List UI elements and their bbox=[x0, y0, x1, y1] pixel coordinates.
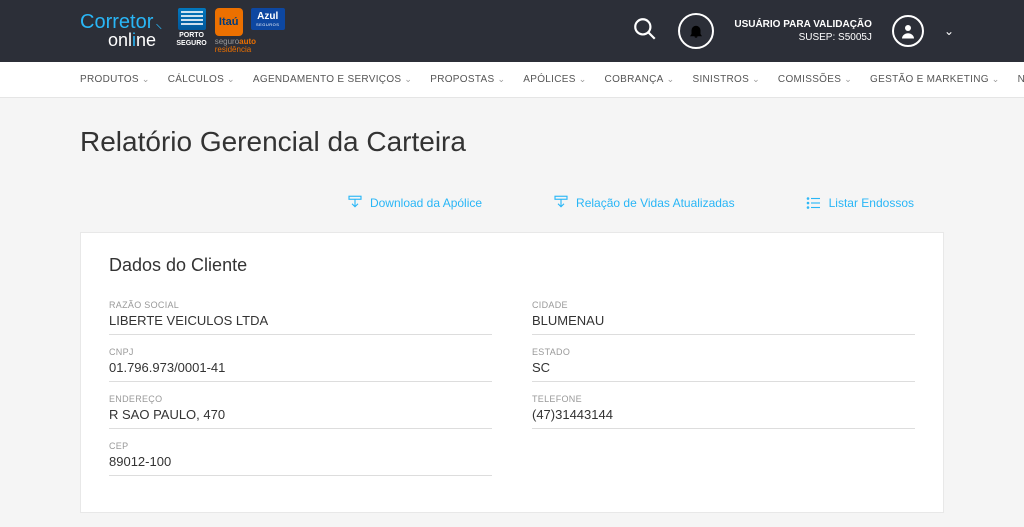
field-cnpj: CNPJ 01.796.973/0001-41 bbox=[109, 341, 492, 382]
avatar[interactable] bbox=[892, 15, 924, 47]
search-icon[interactable] bbox=[632, 16, 658, 47]
logo-text-bottom: online bbox=[108, 30, 162, 51]
wifi-icon: ⸜ bbox=[155, 15, 162, 31]
field-telefone: TELEFONE (47)31443144 bbox=[532, 388, 915, 429]
nav-cobranca[interactable]: COBRANÇA⌄ bbox=[605, 74, 675, 85]
page-title: Relatório Gerencial da Carteira bbox=[80, 126, 944, 158]
porto-icon bbox=[178, 8, 206, 30]
nav-propostas[interactable]: PROPOSTAS⌄ bbox=[430, 74, 505, 85]
chevron-down-icon: ⌄ bbox=[404, 74, 412, 85]
main-content: Relatório Gerencial da Carteira Download… bbox=[0, 98, 1024, 513]
corretor-online-logo[interactable]: Corretor⸜ online bbox=[80, 12, 162, 51]
download-icon bbox=[552, 194, 570, 212]
field-cidade: CIDADE BLUMENAU bbox=[532, 294, 915, 335]
nav-agendamento[interactable]: AGENDAMENTO E SERVIÇOS⌄ bbox=[253, 74, 412, 85]
chevron-down-icon[interactable]: ⌄ bbox=[944, 24, 954, 38]
chevron-down-icon: ⌄ bbox=[497, 74, 505, 85]
nav-produtos[interactable]: PRODUTOS⌄ bbox=[80, 74, 150, 85]
left-column: RAZÃO SOCIAL LIBERTE VEICULOS LTDA CNPJ … bbox=[109, 294, 492, 482]
chevron-down-icon: ⌄ bbox=[752, 74, 760, 85]
list-icon bbox=[805, 194, 823, 212]
field-estado: ESTADO SC bbox=[532, 341, 915, 382]
chevron-down-icon: ⌄ bbox=[227, 74, 235, 85]
person-icon bbox=[899, 22, 917, 40]
listar-endossos-link[interactable]: Listar Endossos bbox=[805, 194, 914, 212]
nav-apolices[interactable]: APÓLICES⌄ bbox=[523, 74, 586, 85]
porto-seguro-logo[interactable]: PORTO SEGURO bbox=[176, 8, 206, 47]
field-endereco: ENDEREÇO R SAO PAULO, 470 bbox=[109, 388, 492, 429]
chevron-down-icon: ⌄ bbox=[579, 74, 587, 85]
brand-logos: PORTO SEGURO Itaú Azul SEGUROS seguroaut… bbox=[176, 8, 284, 54]
azul-logo[interactable]: Azul SEGUROS bbox=[251, 8, 285, 30]
client-card: Dados do Cliente RAZÃO SOCIAL LIBERTE VE… bbox=[80, 232, 944, 513]
logo-text-top: Corretor bbox=[80, 11, 153, 33]
nav-sinistros[interactable]: SINISTROS⌄ bbox=[692, 74, 759, 85]
user-info: USUÁRIO PARA VALIDAÇÃO SUSEP: S5005J bbox=[734, 18, 872, 44]
header-right: USUÁRIO PARA VALIDAÇÃO SUSEP: S5005J ⌄ bbox=[632, 13, 954, 49]
top-header: Corretor⸜ online PORTO SEGURO Itaú Azul … bbox=[0, 0, 1024, 62]
chevron-down-icon: ⌄ bbox=[992, 74, 1000, 85]
chevron-down-icon: ⌄ bbox=[142, 74, 150, 85]
chevron-down-icon: ⌄ bbox=[844, 74, 852, 85]
right-column: CIDADE BLUMENAU ESTADO SC TELEFONE (47)3… bbox=[532, 294, 915, 482]
user-name: USUÁRIO PARA VALIDAÇÃO bbox=[734, 18, 872, 31]
nav-calculos[interactable]: CÁLCULOS⌄ bbox=[168, 74, 235, 85]
nav-noticias[interactable]: NOTÍCIAS⌄ bbox=[1018, 74, 1024, 85]
download-apolice-link[interactable]: Download da Apólice bbox=[346, 194, 482, 212]
bell-icon bbox=[687, 22, 705, 40]
download-icon bbox=[346, 194, 364, 212]
action-links: Download da Apólice Relação de Vidas Atu… bbox=[80, 194, 944, 212]
field-cep: CEP 89012-100 bbox=[109, 435, 492, 476]
notifications-button[interactable] bbox=[678, 13, 714, 49]
relacao-vidas-link[interactable]: Relação de Vidas Atualizadas bbox=[552, 194, 735, 212]
client-grid: RAZÃO SOCIAL LIBERTE VEICULOS LTDA CNPJ … bbox=[109, 294, 915, 482]
nav-comissoes[interactable]: COMISSÕES⌄ bbox=[778, 74, 852, 85]
nav-gestao[interactable]: GESTÃO E MARKETING⌄ bbox=[870, 74, 1000, 85]
card-title: Dados do Cliente bbox=[109, 255, 915, 276]
main-nav: PRODUTOS⌄ CÁLCULOS⌄ AGENDAMENTO E SERVIÇ… bbox=[0, 62, 1024, 98]
chevron-down-icon: ⌄ bbox=[667, 74, 675, 85]
auto-residencia-label: seguroauto residência bbox=[215, 38, 256, 54]
itau-logo[interactable]: Itaú bbox=[215, 8, 243, 36]
field-razao-social: RAZÃO SOCIAL LIBERTE VEICULOS LTDA bbox=[109, 294, 492, 335]
user-susep: SUSEP: S5005J bbox=[734, 31, 872, 44]
